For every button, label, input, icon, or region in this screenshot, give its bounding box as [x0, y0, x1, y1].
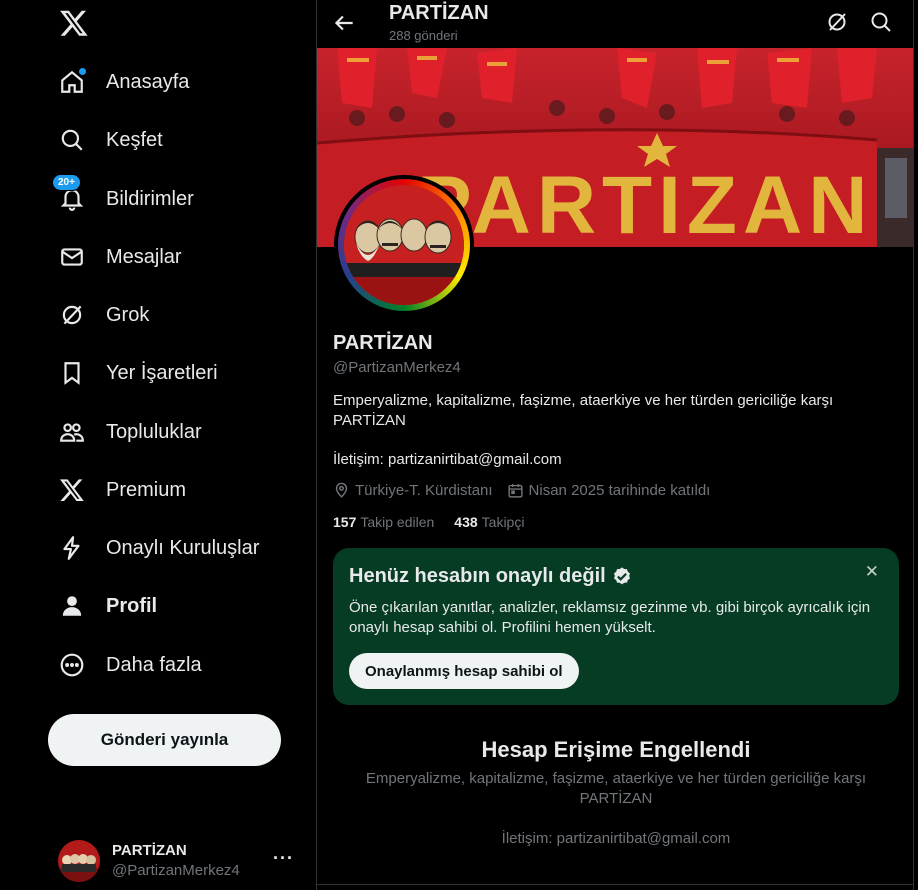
calendar-icon: [507, 484, 523, 498]
nav-explore[interactable]: Keşfet: [58, 118, 163, 162]
profile-name: PARTİZAN: [333, 332, 433, 354]
follow-stats: 157 Takip edilen 438 Takipçi: [333, 514, 544, 530]
profile-avatar[interactable]: [334, 175, 474, 315]
profile-joined: Nisan 2025 tarihinde katıldı: [528, 482, 711, 499]
nav-bookmarks[interactable]: Yer İşaretleri: [58, 351, 218, 395]
notification-dot: [79, 68, 86, 75]
notification-badge: 20+: [52, 174, 81, 191]
mail-icon: [58, 243, 86, 271]
nav-profile[interactable]: Profil: [58, 584, 157, 628]
back-arrow-icon[interactable]: [331, 10, 357, 36]
verification-text: Öne çıkarılan yanıtlar, analizler, rekla…: [349, 599, 871, 636]
bookmark-icon: [58, 359, 86, 387]
svg-text:PARTIZAN: PARTIZAN: [417, 160, 873, 247]
nav-label: Mesajlar: [106, 245, 182, 268]
nav-label: Anasayfa: [106, 70, 190, 93]
person-icon: [58, 592, 86, 620]
followers-label: Takipçi: [481, 514, 525, 530]
x-premium-icon: [58, 476, 86, 504]
profile-column: PARTİZAN 288 gönderi PARTIZAN PARTİZAN @…: [316, 0, 914, 890]
profile-handle: @PartizanMerkez4: [333, 359, 461, 376]
grok-icon[interactable]: [825, 10, 849, 34]
nav-label: Premium: [106, 478, 187, 501]
nav-messages[interactable]: Mesajlar: [58, 235, 182, 279]
verified-badge-icon: [613, 566, 630, 584]
location-pin-icon: [335, 482, 348, 498]
nav-label: Topluluklar: [106, 420, 202, 443]
nav-label: Profil: [106, 594, 158, 617]
blocked-title: Hesap Erişime Engellendi: [481, 737, 751, 762]
search-icon: [58, 126, 86, 154]
divider: [317, 884, 913, 885]
lightning-icon: [58, 534, 86, 562]
nav-label: Daha fazla: [106, 653, 202, 676]
nav-notifications[interactable]: 20+ Bildirimler: [52, 174, 194, 221]
profile-location: Türkiye-T. Kürdistanı: [355, 482, 493, 499]
nav-grok[interactable]: Grok: [58, 293, 149, 337]
nav-label: Onaylı Kuruluşlar: [106, 536, 260, 559]
nav-verified-orgs[interactable]: Onaylı Kuruluşlar: [58, 526, 259, 570]
nav-home[interactable]: Anasayfa: [58, 60, 189, 104]
nav-communities[interactable]: Topluluklar: [58, 410, 202, 454]
account-switcher[interactable]: PARTİZAN @PartizanMerkez4 ···: [58, 838, 308, 884]
bell-icon: 20+: [52, 174, 86, 213]
account-handle: @PartizanMerkez4: [112, 862, 240, 879]
post-button[interactable]: Gönderi yayınla: [48, 714, 281, 766]
followers-count: 438: [454, 514, 478, 530]
blocked-bio: Emperyalizme, kapitalizme, faşizme, atae…: [365, 770, 867, 807]
close-icon[interactable]: ✕: [865, 562, 879, 582]
home-icon: [58, 68, 86, 96]
nav-label: Bildirimler: [106, 187, 194, 210]
header-title: PARTİZAN: [389, 2, 489, 24]
profile-header-bar: PARTİZAN 288 gönderi: [317, 0, 913, 48]
followers-link[interactable]: 438 Takipçi: [454, 514, 524, 530]
nav-label: Grok: [106, 303, 150, 326]
verification-title: Henüz hesabın onaylı değil: [349, 565, 606, 587]
account-name: PARTİZAN: [112, 842, 187, 859]
communities-icon: [58, 418, 86, 446]
blocked-contact: İletişim: partizanirtibat@gmail.com: [501, 830, 731, 847]
profile-meta: Türkiye-T. Kürdistanı Nisan 2025 tarihin…: [333, 482, 724, 499]
sidebar: Anasayfa Keşfet 20+ Bildirimler Mesajlar…: [0, 0, 316, 890]
nav-premium[interactable]: Premium: [58, 468, 186, 512]
profile-bio: Emperyalizme, kapitalizme, faşizme, atae…: [333, 392, 834, 429]
nav-more[interactable]: Daha fazla: [58, 643, 202, 687]
more-circle-icon: [58, 651, 86, 679]
account-avatar: [58, 840, 100, 882]
following-link[interactable]: 157 Takip edilen: [333, 514, 434, 530]
post-count: 288 gönderi: [389, 28, 458, 43]
more-icon[interactable]: ···: [273, 848, 294, 869]
profile-contact: İletişim: partizanirtibat@gmail.com: [333, 451, 562, 468]
following-label: Takip edilen: [360, 514, 435, 530]
search-icon[interactable]: [869, 10, 893, 34]
following-count: 157: [333, 514, 357, 530]
nav-label: Keşfet: [106, 128, 163, 151]
nav-label: Yer İşaretleri: [106, 361, 218, 384]
grok-icon: [58, 301, 86, 329]
x-logo-icon[interactable]: [59, 8, 89, 38]
verification-card: Henüz hesabın onaylı değil ✕ Öne çıkarıl…: [333, 548, 899, 705]
get-verified-button[interactable]: Onaylanmış hesap sahibi ol: [349, 653, 579, 689]
